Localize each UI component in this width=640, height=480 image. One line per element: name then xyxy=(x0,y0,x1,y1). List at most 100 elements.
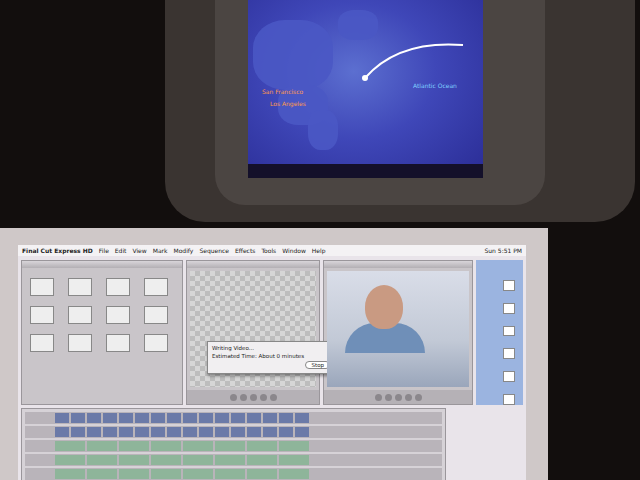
timeline-clip[interactable] xyxy=(119,469,149,479)
file-icon[interactable] xyxy=(503,303,515,314)
timeline-clip[interactable] xyxy=(71,413,85,423)
timeline-clip[interactable] xyxy=(87,469,117,479)
timeline-clip[interactable] xyxy=(135,427,149,437)
clip-thumbnail-icon[interactable] xyxy=(30,278,54,296)
clip-thumbnail-icon[interactable] xyxy=(68,334,92,352)
timeline-clip[interactable] xyxy=(279,427,293,437)
timeline-clip[interactable] xyxy=(151,413,165,423)
file-icon[interactable] xyxy=(503,280,515,291)
timeline-clip[interactable] xyxy=(279,441,309,451)
timeline-clip[interactable] xyxy=(279,413,293,423)
timeline-clip[interactable] xyxy=(215,441,245,451)
clip-thumbnail-icon[interactable] xyxy=(144,334,168,352)
timeline-clip[interactable] xyxy=(167,427,181,437)
timeline-clip[interactable] xyxy=(263,413,277,423)
timeline-clip[interactable] xyxy=(183,427,197,437)
timeline-clip[interactable] xyxy=(199,413,213,423)
timeline-clip[interactable] xyxy=(183,469,213,479)
clip-thumbnail-icon[interactable] xyxy=(30,334,54,352)
menu-item[interactable]: Edit xyxy=(115,247,127,254)
menu-item[interactable]: File xyxy=(99,247,109,254)
transport-button[interactable] xyxy=(260,394,267,401)
timeline-clip[interactable] xyxy=(87,413,101,423)
timeline-clip[interactable] xyxy=(55,441,85,451)
timeline-clip[interactable] xyxy=(151,469,181,479)
clip-thumbnail-icon[interactable] xyxy=(106,334,130,352)
timeline-clip[interactable] xyxy=(231,427,245,437)
timeline-clip[interactable] xyxy=(183,413,197,423)
timeline-clip[interactable] xyxy=(55,413,69,423)
menu-item[interactable]: Tools xyxy=(261,247,276,254)
timeline-clip[interactable] xyxy=(55,469,85,479)
clip-thumbnail-icon[interactable] xyxy=(68,278,92,296)
clip-thumbnail-icon[interactable] xyxy=(30,306,54,324)
app-menu[interactable]: Final Cut Express HD xyxy=(22,247,93,254)
timeline-clip[interactable] xyxy=(119,427,133,437)
file-icon[interactable] xyxy=(503,326,515,337)
clip-thumbnail-icon[interactable] xyxy=(144,278,168,296)
menu-item[interactable]: Window xyxy=(282,247,306,254)
timeline-track xyxy=(25,440,442,452)
menu-item[interactable]: Effects xyxy=(235,247,255,254)
timeline-clip[interactable] xyxy=(87,427,101,437)
timeline-track xyxy=(25,426,442,438)
timeline-clip[interactable] xyxy=(231,413,245,423)
transport-button[interactable] xyxy=(240,394,247,401)
timeline-clip[interactable] xyxy=(87,441,117,451)
timeline-clip[interactable] xyxy=(87,455,117,465)
timeline-clip[interactable] xyxy=(183,455,213,465)
timeline-clip[interactable] xyxy=(151,455,181,465)
timeline-clip[interactable] xyxy=(103,413,117,423)
timeline-clip[interactable] xyxy=(103,427,117,437)
file-icon[interactable] xyxy=(503,371,515,382)
dialog-title: Writing Video... xyxy=(212,345,330,351)
menu-item[interactable]: Mark xyxy=(153,247,168,254)
transport-button[interactable] xyxy=(375,394,382,401)
timeline-clip[interactable] xyxy=(135,413,149,423)
timeline-clip[interactable] xyxy=(119,413,133,423)
transport-button[interactable] xyxy=(250,394,257,401)
timeline-clip[interactable] xyxy=(71,427,85,437)
transport-button[interactable] xyxy=(395,394,402,401)
timeline-clip[interactable] xyxy=(279,469,309,479)
timeline-clip[interactable] xyxy=(247,413,261,423)
timeline-clip[interactable] xyxy=(247,441,277,451)
timeline-clip[interactable] xyxy=(295,413,309,423)
timeline-clip[interactable] xyxy=(295,427,309,437)
clip-thumbnail-icon[interactable] xyxy=(106,306,130,324)
menu-item[interactable]: Modify xyxy=(174,247,194,254)
timeline-clip[interactable] xyxy=(215,427,229,437)
timeline-clip[interactable] xyxy=(119,441,149,451)
timeline-clip[interactable] xyxy=(279,455,309,465)
timeline-clip[interactable] xyxy=(167,413,181,423)
timeline-clip[interactable] xyxy=(215,469,245,479)
timeline-clip[interactable] xyxy=(199,427,213,437)
clock: Sun 5:51 PM xyxy=(485,247,523,254)
timeline-clip[interactable] xyxy=(263,427,277,437)
timeline-clip[interactable] xyxy=(55,455,85,465)
timeline-clip[interactable] xyxy=(183,441,213,451)
timeline-clip[interactable] xyxy=(119,455,149,465)
clip-thumbnail-icon[interactable] xyxy=(68,306,92,324)
menu-item[interactable]: Help xyxy=(312,247,326,254)
menu-item[interactable]: View xyxy=(132,247,146,254)
timeline-clip[interactable] xyxy=(151,427,165,437)
land-shape xyxy=(338,10,378,40)
timeline-clip[interactable] xyxy=(215,413,229,423)
transport-button[interactable] xyxy=(415,394,422,401)
timeline-clip[interactable] xyxy=(247,455,277,465)
transport-button[interactable] xyxy=(385,394,392,401)
timeline-clip[interactable] xyxy=(215,455,245,465)
clip-thumbnail-icon[interactable] xyxy=(144,306,168,324)
timeline-clip[interactable] xyxy=(247,427,261,437)
timeline-clip[interactable] xyxy=(247,469,277,479)
file-icon[interactable] xyxy=(503,348,515,359)
transport-button[interactable] xyxy=(230,394,237,401)
file-icon[interactable] xyxy=(503,394,515,405)
timeline-clip[interactable] xyxy=(151,441,181,451)
clip-thumbnail-icon[interactable] xyxy=(106,278,130,296)
timeline-clip[interactable] xyxy=(55,427,69,437)
transport-button[interactable] xyxy=(270,394,277,401)
transport-button[interactable] xyxy=(405,394,412,401)
menu-item[interactable]: Sequence xyxy=(199,247,229,254)
